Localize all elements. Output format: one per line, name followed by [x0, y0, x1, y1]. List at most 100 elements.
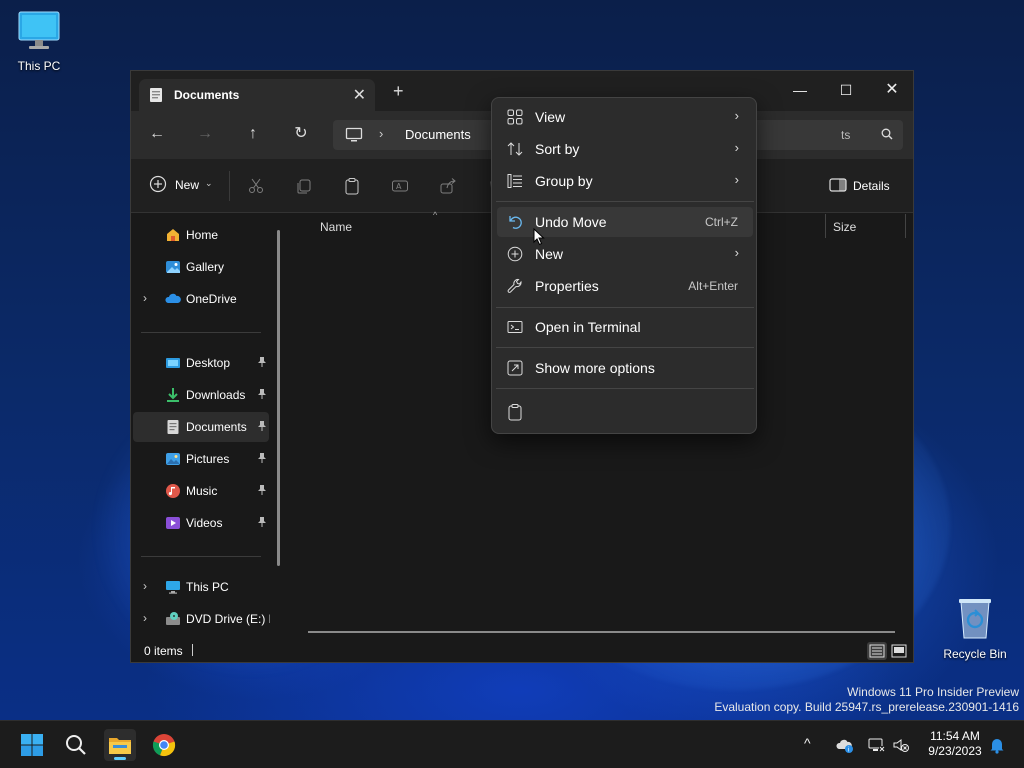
sidebar-item-desktop[interactable]: Desktop: [133, 348, 269, 378]
home-icon: [165, 227, 181, 243]
svg-text:A: A: [396, 182, 402, 191]
paste-icon[interactable]: [343, 177, 361, 195]
pin-icon: [257, 356, 267, 368]
cut-icon[interactable]: [247, 177, 265, 195]
gallery-icon: [165, 259, 181, 275]
menu-item-view[interactable]: View ›: [497, 102, 753, 132]
new-tab-button[interactable]: +: [393, 82, 404, 100]
context-menu: View › Sort by › Group by › Undo Move Ct…: [491, 97, 757, 434]
forward-button[interactable]: →: [193, 123, 217, 147]
menu-item-label: Sort by: [535, 141, 580, 157]
onedrive-status-icon[interactable]: i: [836, 736, 854, 754]
taskbar-file-explorer[interactable]: [104, 729, 136, 761]
pin-icon: [257, 452, 267, 464]
notifications-bell-icon[interactable]: [988, 736, 1006, 754]
tab-documents[interactable]: Documents ✕: [139, 79, 375, 111]
watermark-line: Evaluation copy. Build 25947.rs_prerelea…: [714, 700, 1019, 714]
expand-chevron-icon[interactable]: ›: [143, 611, 147, 625]
column-header-size[interactable]: Size: [833, 220, 856, 234]
column-header-name[interactable]: Name: [320, 220, 352, 234]
sidebar-item-gallery[interactable]: Gallery: [133, 252, 269, 282]
start-button[interactable]: [16, 729, 48, 761]
taskbar-chrome[interactable]: [148, 729, 180, 761]
menu-item-label: Group by: [535, 173, 593, 189]
pin-icon: [257, 484, 267, 496]
maximize-button[interactable]: ☐: [823, 75, 869, 107]
sidebar-item-downloads[interactable]: Downloads: [133, 380, 269, 410]
large-icons-view-button[interactable]: [889, 642, 909, 660]
this-pc-icon: [345, 127, 363, 146]
search-icon: [64, 733, 88, 760]
column-divider[interactable]: [825, 214, 826, 238]
sidebar-item-onedrive[interactable]: › OneDrive: [133, 284, 269, 314]
documents-icon: [165, 419, 181, 435]
menu-item-group-by[interactable]: Group by ›: [497, 166, 753, 196]
sidebar-item-label: Gallery: [186, 260, 225, 274]
chevron-down-icon: ⌄: [205, 178, 213, 188]
sidebar-item-this-pc[interactable]: › This PC: [133, 572, 269, 602]
share-icon[interactable]: [439, 177, 457, 195]
horizontal-scrollbar[interactable]: [308, 631, 895, 633]
recycle-bin-icon: [936, 596, 1014, 643]
rename-icon[interactable]: A: [391, 177, 409, 195]
volume-muted-icon[interactable]: [892, 736, 910, 754]
sidebar-item-videos[interactable]: Videos: [133, 508, 269, 538]
pin-icon: [257, 420, 267, 432]
desktop-icon-label: This PC: [17, 59, 61, 73]
sidebar-item-label: Home: [186, 228, 219, 242]
expand-chevron-icon[interactable]: ›: [143, 291, 147, 305]
document-icon: [149, 87, 163, 106]
pin-icon: [257, 516, 267, 528]
back-button[interactable]: ←: [145, 123, 169, 147]
chrome-icon: [152, 733, 176, 760]
item-count: 0 items: [144, 644, 183, 658]
copy-icon[interactable]: [295, 177, 313, 195]
divider: [229, 171, 230, 201]
refresh-button[interactable]: ↻: [289, 123, 313, 147]
menu-separator: [496, 307, 754, 308]
sidebar-item-pictures[interactable]: Pictures: [133, 444, 269, 474]
up-button[interactable]: ↑: [241, 123, 265, 147]
menu-separator: [496, 388, 754, 389]
column-divider[interactable]: [905, 214, 906, 238]
menu-separator: [496, 347, 754, 348]
undo-icon: [507, 214, 523, 230]
search-input[interactable]: ts: [841, 128, 981, 142]
sidebar-item-documents[interactable]: Documents: [133, 412, 269, 442]
submenu-arrow-icon: ›: [734, 140, 739, 155]
sidebar-scrollbar[interactable]: [277, 230, 280, 566]
submenu-arrow-icon: ›: [734, 172, 739, 187]
details-label: Details: [853, 179, 890, 193]
shortcut-label: Alt+Enter: [688, 279, 738, 293]
downloads-icon: [165, 387, 181, 403]
menu-item-open-in-terminal[interactable]: Open in Terminal: [497, 312, 753, 342]
details-pane-icon: [829, 177, 847, 196]
minimize-button[interactable]: —: [777, 75, 823, 107]
search-icon: [881, 128, 893, 143]
sidebar-divider: [141, 332, 261, 333]
paste-icon[interactable]: [507, 403, 523, 424]
monitor-icon: [0, 10, 78, 55]
desktop-icon-recycle-bin[interactable]: Recycle Bin: [936, 596, 1014, 661]
expand-chevron-icon[interactable]: ›: [143, 579, 147, 593]
taskbar: ^ i 11:54 AM 9/23/2023: [0, 720, 1024, 768]
sidebar-item-music[interactable]: Music: [133, 476, 269, 506]
taskbar-search-button[interactable]: [60, 729, 92, 761]
desktop-icon-this-pc[interactable]: This PC: [0, 10, 78, 73]
menu-item-properties[interactable]: Properties Alt+Enter: [497, 271, 753, 301]
menu-item-label: Undo Move: [535, 214, 607, 230]
tray-overflow-chevron-icon[interactable]: ^: [804, 735, 811, 751]
network-icon[interactable]: [868, 736, 886, 754]
navigation-pane: Home Gallery › OneDrive Desktop Download…: [131, 214, 285, 632]
menu-item-label: Open in Terminal: [535, 319, 641, 335]
taskbar-clock[interactable]: 11:54 AM 9/23/2023: [922, 729, 988, 759]
close-window-button[interactable]: ✕: [869, 75, 915, 107]
sidebar-item-dvd-drive[interactable]: › DVD Drive (E:) E5: [133, 604, 270, 634]
breadcrumb-documents[interactable]: Documents: [405, 127, 471, 142]
windows-start-icon: [20, 733, 44, 760]
sidebar-item-home[interactable]: Home: [133, 220, 269, 250]
close-tab-icon[interactable]: ✕: [353, 85, 366, 105]
details-view-button[interactable]: [867, 642, 887, 660]
menu-item-sort-by[interactable]: Sort by ›: [497, 134, 753, 164]
menu-item-show-more-options[interactable]: Show more options: [497, 353, 753, 383]
